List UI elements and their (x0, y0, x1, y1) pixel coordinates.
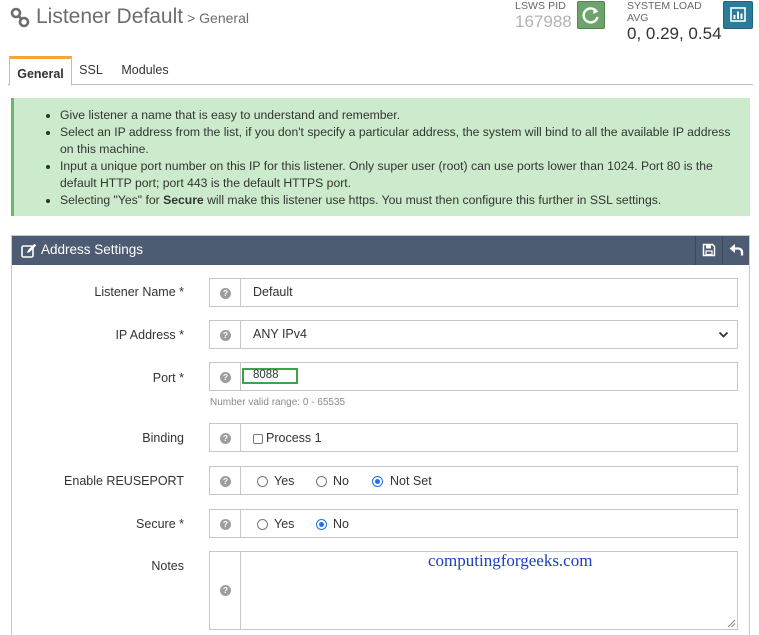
listener-name-field: ? Default (209, 278, 738, 307)
info-item: Give listener a name that is easy to und… (60, 107, 740, 124)
secure-yes-label: Yes (274, 517, 295, 531)
info-box: Give listener a name that is easy to und… (11, 98, 750, 216)
address-settings-panel: Address Settings Listener Name * ? Defau… (11, 235, 750, 635)
info-item: Input a unique port number on this IP fo… (60, 158, 740, 192)
binding-field: ? Process 1 (209, 423, 738, 452)
reuseport-notset-label: Not Set (390, 474, 432, 488)
port-hint: Number valid range: 0 - 65535 (210, 397, 346, 408)
tab-bar: General SSL Modules (8, 56, 753, 86)
refresh-icon (582, 7, 599, 24)
help-icon: ? (220, 433, 231, 444)
port-input[interactable]: 8088 (253, 369, 279, 381)
secure-no-label: No (333, 517, 349, 531)
reuseport-yes-label: Yes (274, 474, 295, 488)
info-secure-bold: Secure (163, 193, 204, 207)
page-title: Listener Default > General (36, 5, 249, 29)
binding-help[interactable]: ? (210, 424, 241, 451)
help-icon: ? (220, 372, 231, 383)
undo-icon (729, 244, 744, 256)
listener-name-help[interactable]: ? (210, 279, 241, 306)
listener-name-label: Listener Name * (94, 285, 184, 299)
tab-ssl[interactable]: SSL (74, 56, 108, 85)
info-item-secure: Selecting "Yes" for Secure will make thi… (60, 192, 740, 209)
watermark: computingforgeeks.com (428, 551, 593, 570)
ip-address-help[interactable]: ? (210, 321, 241, 348)
reuseport-help[interactable]: ? (210, 467, 241, 494)
page-header: Listener Default > General LSWS PID 16798… (0, 0, 759, 43)
ip-address-field: ? ANY IPv4 (209, 320, 738, 349)
help-icon: ? (220, 330, 231, 341)
secure-label: Secure * (136, 517, 184, 531)
help-icon: ? (220, 519, 231, 530)
help-icon: ? (220, 476, 231, 487)
port-field: ? 8088 (209, 362, 738, 391)
binding-label: Binding (142, 431, 184, 445)
load-label: SYSTEM LOAD AVG (627, 0, 702, 24)
listener-name-input[interactable]: Default (253, 285, 293, 299)
notes-label: Notes (151, 559, 184, 573)
save-icon (702, 243, 716, 257)
ip-address-select[interactable]: ANY IPv4 (253, 327, 307, 341)
tab-general[interactable]: General (9, 56, 72, 86)
info-secure-post: will make this listener use https. You m… (203, 193, 662, 207)
info-secure-pre: Selecting "Yes" for (60, 193, 164, 207)
reuseport-notset-radio[interactable] (372, 476, 383, 487)
chevron-down-icon[interactable] (718, 329, 729, 340)
reuseport-yes-radio[interactable] (257, 476, 268, 487)
reuseport-field: ? Yes No Not Set (209, 466, 738, 495)
link-icon (10, 7, 30, 28)
reuseport-no-label: No (333, 474, 349, 488)
panel-header: Address Settings (12, 236, 749, 265)
save-button[interactable] (695, 236, 722, 265)
pid-block: LSWS PID 167988 (515, 0, 575, 32)
bar-chart-icon (730, 7, 746, 22)
reuseport-no-radio[interactable] (316, 476, 327, 487)
ip-address-label: IP Address * (115, 328, 184, 342)
reuseport-label: Enable REUSEPORT (64, 474, 184, 488)
port-label: Port * (152, 371, 184, 385)
tab-modules[interactable]: Modules (114, 56, 176, 85)
info-item: Select an IP address from the list, if y… (60, 124, 740, 158)
panel-title: Address Settings (41, 242, 144, 257)
page-title-text: Listener Default (36, 5, 184, 28)
back-button[interactable] (722, 236, 749, 265)
load-value: 0, 0.29, 0.54 (627, 24, 722, 43)
load-block: SYSTEM LOAD AVG 0, 0.29, 0.54 (627, 0, 722, 44)
resize-handle-icon[interactable] (727, 619, 736, 628)
stats-button[interactable] (723, 1, 753, 29)
pid-label: LSWS PID (515, 0, 566, 12)
notes-help[interactable]: ? (210, 552, 241, 629)
help-icon: ? (220, 288, 231, 299)
secure-field: ? Yes No (209, 509, 738, 538)
secure-no-radio[interactable] (316, 519, 327, 530)
port-help[interactable]: ? (210, 363, 241, 390)
process-1-label: Process 1 (266, 431, 322, 445)
breadcrumb: > General (187, 10, 249, 26)
refresh-button[interactable] (577, 1, 605, 29)
edit-icon (21, 243, 37, 258)
help-icon: ? (220, 585, 231, 596)
secure-yes-radio[interactable] (257, 519, 268, 530)
process-1-checkbox[interactable] (253, 434, 263, 444)
pid-value: 167988 (515, 12, 572, 31)
secure-help[interactable]: ? (210, 510, 241, 537)
